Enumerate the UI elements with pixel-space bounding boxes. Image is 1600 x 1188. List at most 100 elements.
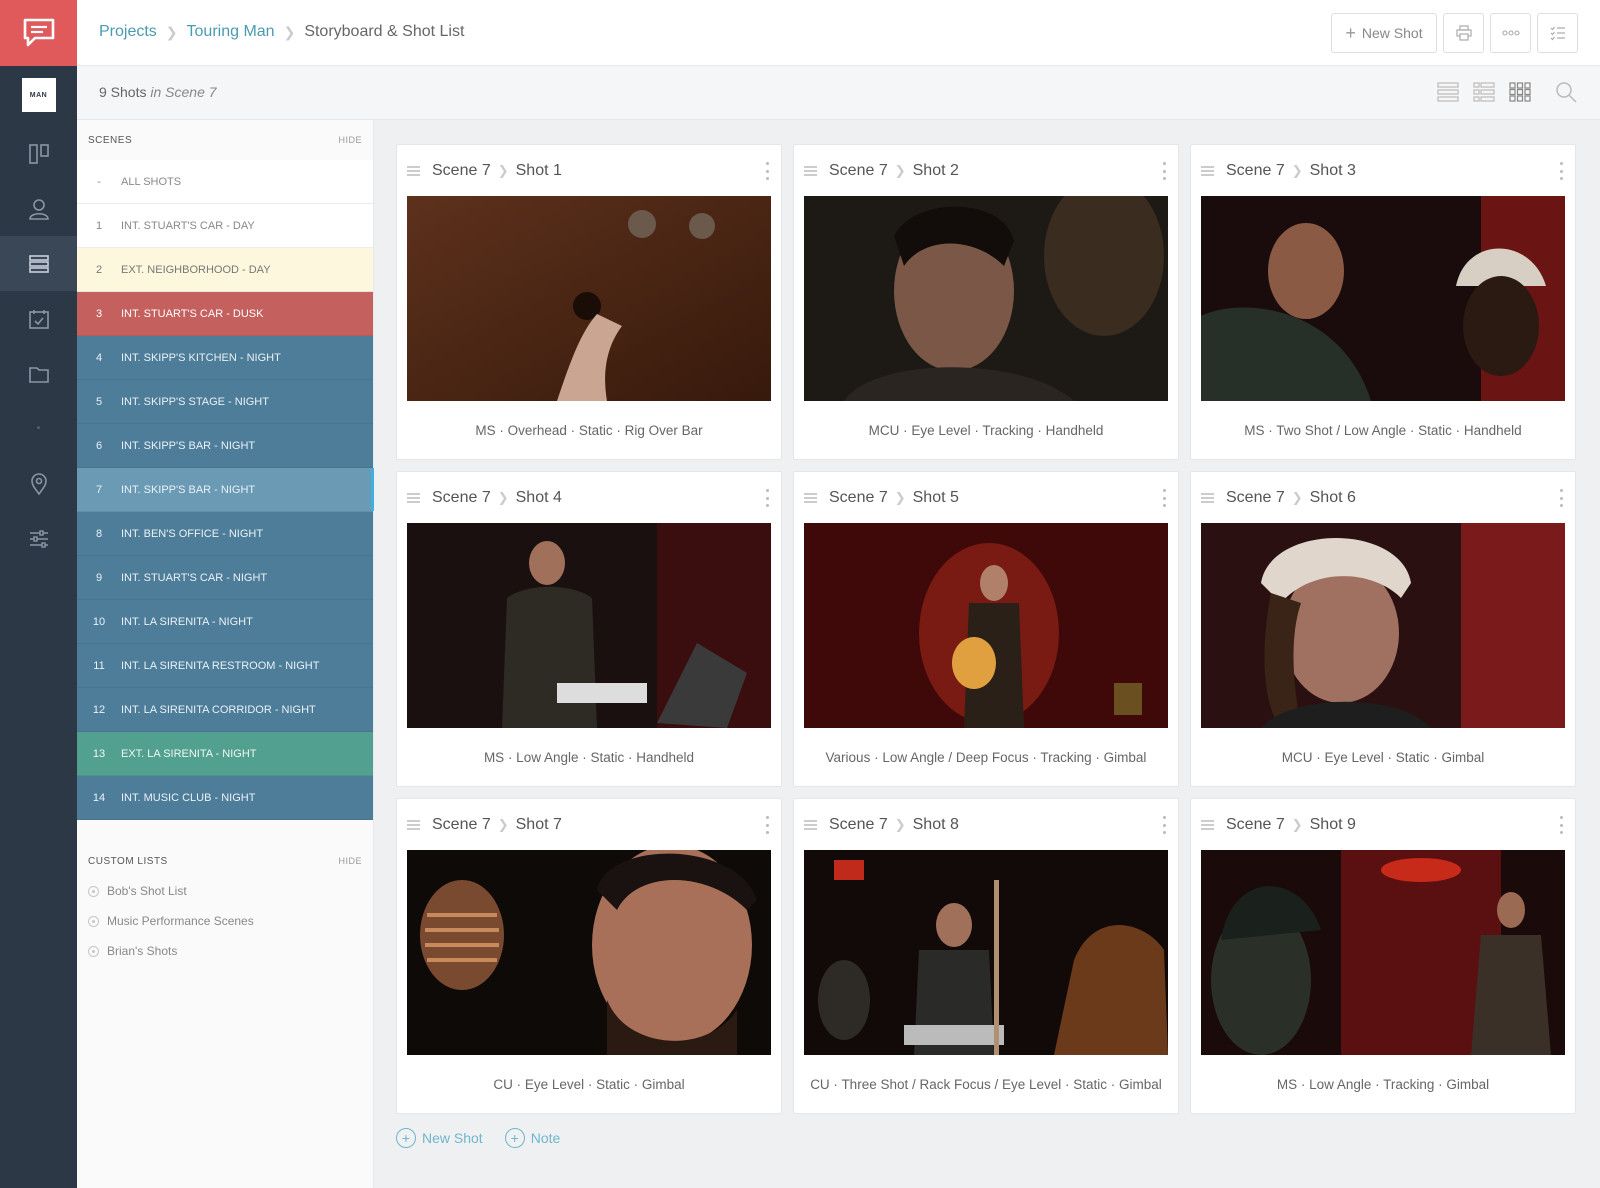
breadcrumb-projects[interactable]: Projects — [99, 23, 157, 41]
shot-image — [804, 523, 1168, 728]
drag-handle-icon[interactable] — [407, 165, 420, 176]
shot-card[interactable]: Scene 7 ❯ Shot 8 CU · Three Shot / Rack Foc… — [793, 798, 1179, 1114]
rail-locations[interactable] — [0, 456, 77, 511]
more-vertical-icon[interactable] — [1560, 489, 1564, 507]
chevron-right-icon: ❯ — [894, 162, 906, 178]
search-button[interactable] — [1554, 80, 1578, 104]
custom-list-item[interactable]: Bob's Shot List — [77, 876, 373, 906]
scene-row[interactable]: 8 INT. BEN'S OFFICE - NIGHT — [77, 512, 373, 556]
scene-number: 6 — [95, 439, 103, 452]
drag-handle-icon[interactable] — [1201, 165, 1214, 176]
scene-row[interactable]: 2 EXT. NEIGHBORHOOD - DAY — [77, 248, 373, 292]
more-vertical-icon[interactable] — [766, 816, 770, 834]
detail-list-icon — [1473, 82, 1495, 102]
shot-card-header: Scene 7 ❯ Shot 2 — [794, 145, 1178, 196]
scenes-header: SCENES HIDE — [88, 134, 362, 146]
shot-number-label: Shot 4 — [515, 488, 562, 506]
more-vertical-icon[interactable] — [1163, 162, 1167, 180]
scene-row[interactable]: 1 INT. STUART'S CAR - DAY — [77, 204, 373, 248]
shot-thumbnail[interactable] — [407, 523, 771, 728]
shot-scene-label: Scene 7 — [432, 161, 491, 179]
drag-handle-icon[interactable] — [804, 492, 817, 503]
shot-thumbnail[interactable] — [1201, 523, 1565, 728]
shot-card[interactable]: Scene 7 ❯ Shot 1 MS · Overhead · Static · R… — [396, 144, 782, 460]
shot-card[interactable]: Scene 7 ❯ Shot 4 MS · Low Angle · Static · … — [396, 471, 782, 787]
scene-number: 10 — [92, 615, 106, 628]
shot-thumbnail[interactable] — [1201, 196, 1565, 401]
scene-row[interactable]: 9 INT. STUART'S CAR - NIGHT — [77, 556, 373, 600]
shot-scene-label: Scene 7 — [1226, 815, 1285, 833]
hide-lists-button[interactable]: HIDE — [338, 856, 362, 866]
custom-list-item[interactable]: Music Performance Scenes — [77, 906, 373, 936]
rail-shotlist[interactable] — [0, 236, 77, 291]
shot-number-label: Shot 2 — [912, 161, 959, 179]
shot-thumbnail[interactable] — [407, 850, 771, 1055]
drag-handle-icon[interactable] — [1201, 492, 1214, 503]
shot-card[interactable]: Scene 7 ❯ Shot 5 Various · Low Angle / Deep… — [793, 471, 1179, 787]
scenes-panel: SCENES HIDE - ALL SHOTS 1 INT. STUART'S C… — [77, 120, 374, 1188]
print-button[interactable] — [1443, 13, 1484, 53]
shot-card[interactable]: Scene 7 ❯ Shot 6 MCU · Eye Level · Static ·… — [1190, 471, 1576, 787]
board-icon — [28, 143, 49, 164]
shot-thumbnail[interactable] — [804, 196, 1168, 401]
drag-handle-icon[interactable] — [1201, 819, 1214, 830]
add-shot-button[interactable]: + New Shot — [396, 1128, 483, 1148]
rail-settings[interactable] — [0, 511, 77, 566]
scene-row[interactable]: 10 INT. LA SIRENITA - NIGHT — [77, 600, 373, 644]
scene-row[interactable]: 12 INT. LA SIRENITA CORRIDOR - NIGHT — [77, 688, 373, 732]
shot-thumbnail[interactable] — [804, 850, 1168, 1055]
view-list-button[interactable] — [1436, 80, 1460, 104]
scene-name: INT. STUART'S CAR - DUSK — [121, 307, 264, 320]
hide-scenes-button[interactable]: HIDE — [338, 135, 362, 145]
shot-thumbnail[interactable] — [407, 196, 771, 401]
shot-card[interactable]: Scene 7 ❯ Shot 2 MCU · Eye Level · Tracking… — [793, 144, 1179, 460]
scene-row[interactable]: 3 INT. STUART'S CAR - DUSK — [77, 292, 373, 336]
rail-boards[interactable] — [0, 126, 77, 181]
drag-handle-icon[interactable] — [407, 492, 420, 503]
add-note-button[interactable]: + Note — [504, 1128, 560, 1148]
shot-thumbnail[interactable] — [1201, 850, 1565, 1055]
rail-people[interactable] — [0, 181, 77, 236]
shot-card[interactable]: Scene 7 ❯ Shot 9 MS · Low Angle · Tracking … — [1190, 798, 1576, 1114]
scene-number: 4 — [95, 351, 103, 364]
more-vertical-icon[interactable] — [766, 489, 770, 507]
scene-row[interactable]: 11 INT. LA SIRENITA RESTROOM - NIGHT — [77, 644, 373, 688]
more-vertical-icon[interactable] — [766, 162, 770, 180]
view-detail-button[interactable] — [1472, 80, 1496, 104]
scene-row[interactable]: 6 INT. SKIPP'S BAR - NIGHT — [77, 424, 373, 468]
scene-row[interactable]: 13 EXT. LA SIRENITA - NIGHT — [77, 732, 373, 776]
view-grid-button[interactable] — [1508, 80, 1532, 104]
drag-handle-icon[interactable] — [407, 819, 420, 830]
more-button[interactable] — [1490, 13, 1531, 53]
more-vertical-icon[interactable] — [1560, 816, 1564, 834]
custom-list-item[interactable]: Brian's Shots — [77, 936, 373, 966]
shot-image — [1201, 523, 1565, 728]
shot-specs: MS · Low Angle · Tracking · Gimbal — [1276, 1076, 1490, 1092]
more-vertical-icon[interactable] — [1163, 489, 1167, 507]
shot-image — [804, 850, 1168, 1055]
more-vertical-icon[interactable] — [1163, 816, 1167, 834]
scene-row[interactable]: 4 INT. SKIPP'S KITCHEN - NIGHT — [77, 336, 373, 380]
shot-card[interactable]: Scene 7 ❯ Shot 7 CU · Eye Level · Static · … — [396, 798, 782, 1114]
drag-handle-icon[interactable] — [804, 165, 817, 176]
shot-specs: CU · Three Shot / Rack Focus / Eye Level… — [810, 1076, 1162, 1092]
rail-files[interactable] — [0, 346, 77, 401]
rail-calendar[interactable] — [0, 291, 77, 346]
scene-row-all[interactable]: - ALL SHOTS — [77, 160, 373, 204]
view-switcher — [1436, 80, 1578, 104]
project-thumbnail[interactable]: MAN — [21, 78, 56, 112]
checklist-button[interactable] — [1537, 13, 1578, 53]
breadcrumb-project[interactable]: Touring Man — [187, 23, 275, 41]
more-vertical-icon[interactable] — [1560, 162, 1564, 180]
new-shot-button[interactable]: + New Shot — [1331, 13, 1437, 53]
scene-row[interactable]: 7 INT. SKIPP'S BAR - NIGHT — [77, 468, 374, 512]
scene-row[interactable]: 14 INT. MUSIC CLUB - NIGHT — [77, 776, 373, 820]
shot-specs: MCU · Eye Level · Static · Gimbal — [1281, 749, 1485, 765]
scene-number: 5 — [95, 395, 103, 408]
shot-grid: Scene 7 ❯ Shot 1 MS · Overhead · Static · R… — [396, 144, 1576, 1114]
shot-card[interactable]: Scene 7 ❯ Shot 3 MS · Two Shot / Low Angle … — [1190, 144, 1576, 460]
shot-thumbnail[interactable] — [804, 523, 1168, 728]
app-logo[interactable] — [0, 0, 77, 66]
scene-row[interactable]: 5 INT. SKIPP'S STAGE - NIGHT — [77, 380, 373, 424]
drag-handle-icon[interactable] — [804, 819, 817, 830]
